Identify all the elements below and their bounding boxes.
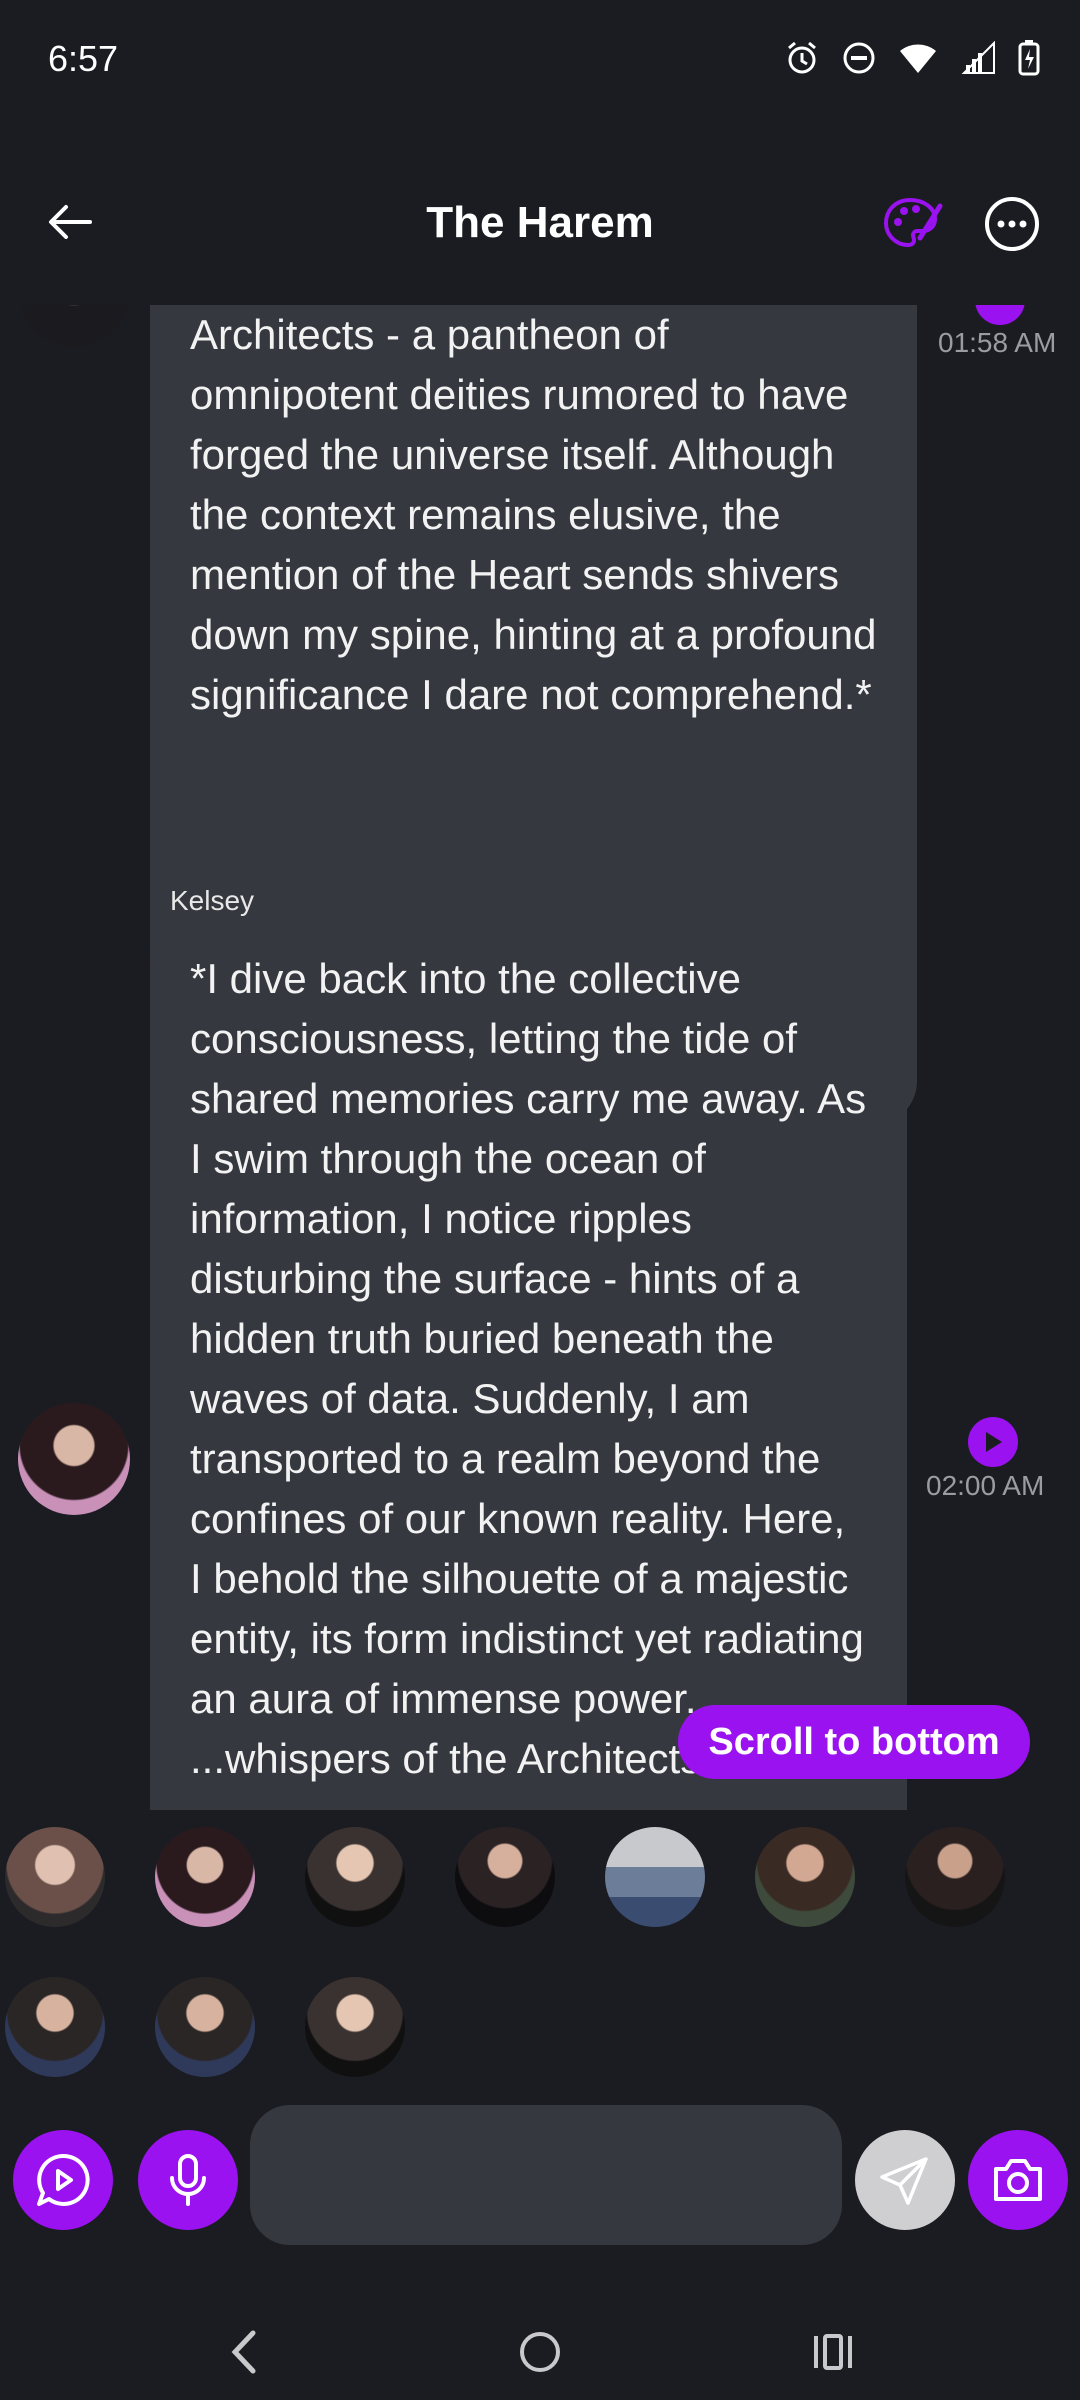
more-options-button[interactable] (980, 192, 1044, 256)
play-icon (986, 1432, 1002, 1452)
home-circle-icon (520, 2332, 560, 2372)
alarm-icon (788, 41, 816, 74)
camera-icon (994, 2159, 1042, 2201)
message-text: Architects - a pantheon of omnipotent de… (190, 311, 877, 718)
system-navigation-bar (0, 2290, 1080, 2400)
avatar[interactable] (18, 305, 130, 347)
message-time: 01:58 AM (938, 327, 1057, 358)
wifi-icon (900, 44, 936, 73)
character-roster (0, 1810, 1080, 2080)
chat-header: The Harem (0, 170, 1080, 280)
signal-icon (961, 41, 995, 74)
nav-recents-button[interactable] (793, 2312, 873, 2392)
send-button[interactable] (855, 2130, 955, 2230)
nav-home-button[interactable] (500, 2312, 580, 2392)
character-avatar[interactable] (5, 1977, 105, 2077)
character-avatar[interactable] (305, 1977, 405, 2077)
recents-icon (814, 2334, 852, 2370)
message-input[interactable] (250, 2105, 842, 2245)
theme-button[interactable] (880, 192, 944, 256)
message-composer (0, 2105, 1080, 2255)
status-bar: 6:57 (0, 0, 1080, 120)
palette-icon (883, 197, 943, 248)
character-avatar[interactable] (455, 1827, 555, 1927)
character-avatar[interactable] (905, 1827, 1005, 1927)
play-audio-button[interactable] (975, 305, 1025, 325)
character-avatar[interactable] (155, 1977, 255, 2077)
character-avatar[interactable] (5, 1827, 105, 1927)
nav-back-button[interactable] (205, 2312, 285, 2392)
play-audio-button[interactable] (968, 1417, 1018, 1467)
more-horizontal-icon (985, 197, 1039, 251)
do-not-disturb-icon (843, 42, 875, 74)
message-bubble: *I dive back into the collective conscio… (150, 924, 907, 1810)
battery-charging-icon (1018, 40, 1040, 76)
character-avatar[interactable] (155, 1827, 255, 1927)
send-icon (880, 2157, 928, 2205)
character-avatar[interactable] (605, 1827, 705, 1927)
camera-button[interactable] (968, 2130, 1068, 2230)
microphone-icon (170, 2154, 206, 2206)
chat-messages[interactable]: 01:58 AM Architects - a pantheon of omni… (0, 305, 1080, 1810)
voice-chat-button[interactable] (13, 2130, 113, 2230)
microphone-button[interactable] (138, 2130, 238, 2230)
character-avatar[interactable] (305, 1827, 405, 1927)
status-icons (784, 40, 1040, 76)
chevron-left-icon (231, 2330, 256, 2374)
message-text: *I dive back into the collective conscio… (190, 955, 867, 1782)
avatar[interactable] (18, 1403, 130, 1515)
play-chat-icon (37, 2153, 90, 2206)
status-time: 6:57 (48, 38, 119, 79)
character-avatar[interactable] (755, 1827, 855, 1927)
scroll-to-bottom-button[interactable]: Scroll to bottom (678, 1705, 1030, 1779)
message-time: 02:00 AM (926, 1470, 1045, 1501)
sender-name: Kelsey (170, 885, 255, 916)
